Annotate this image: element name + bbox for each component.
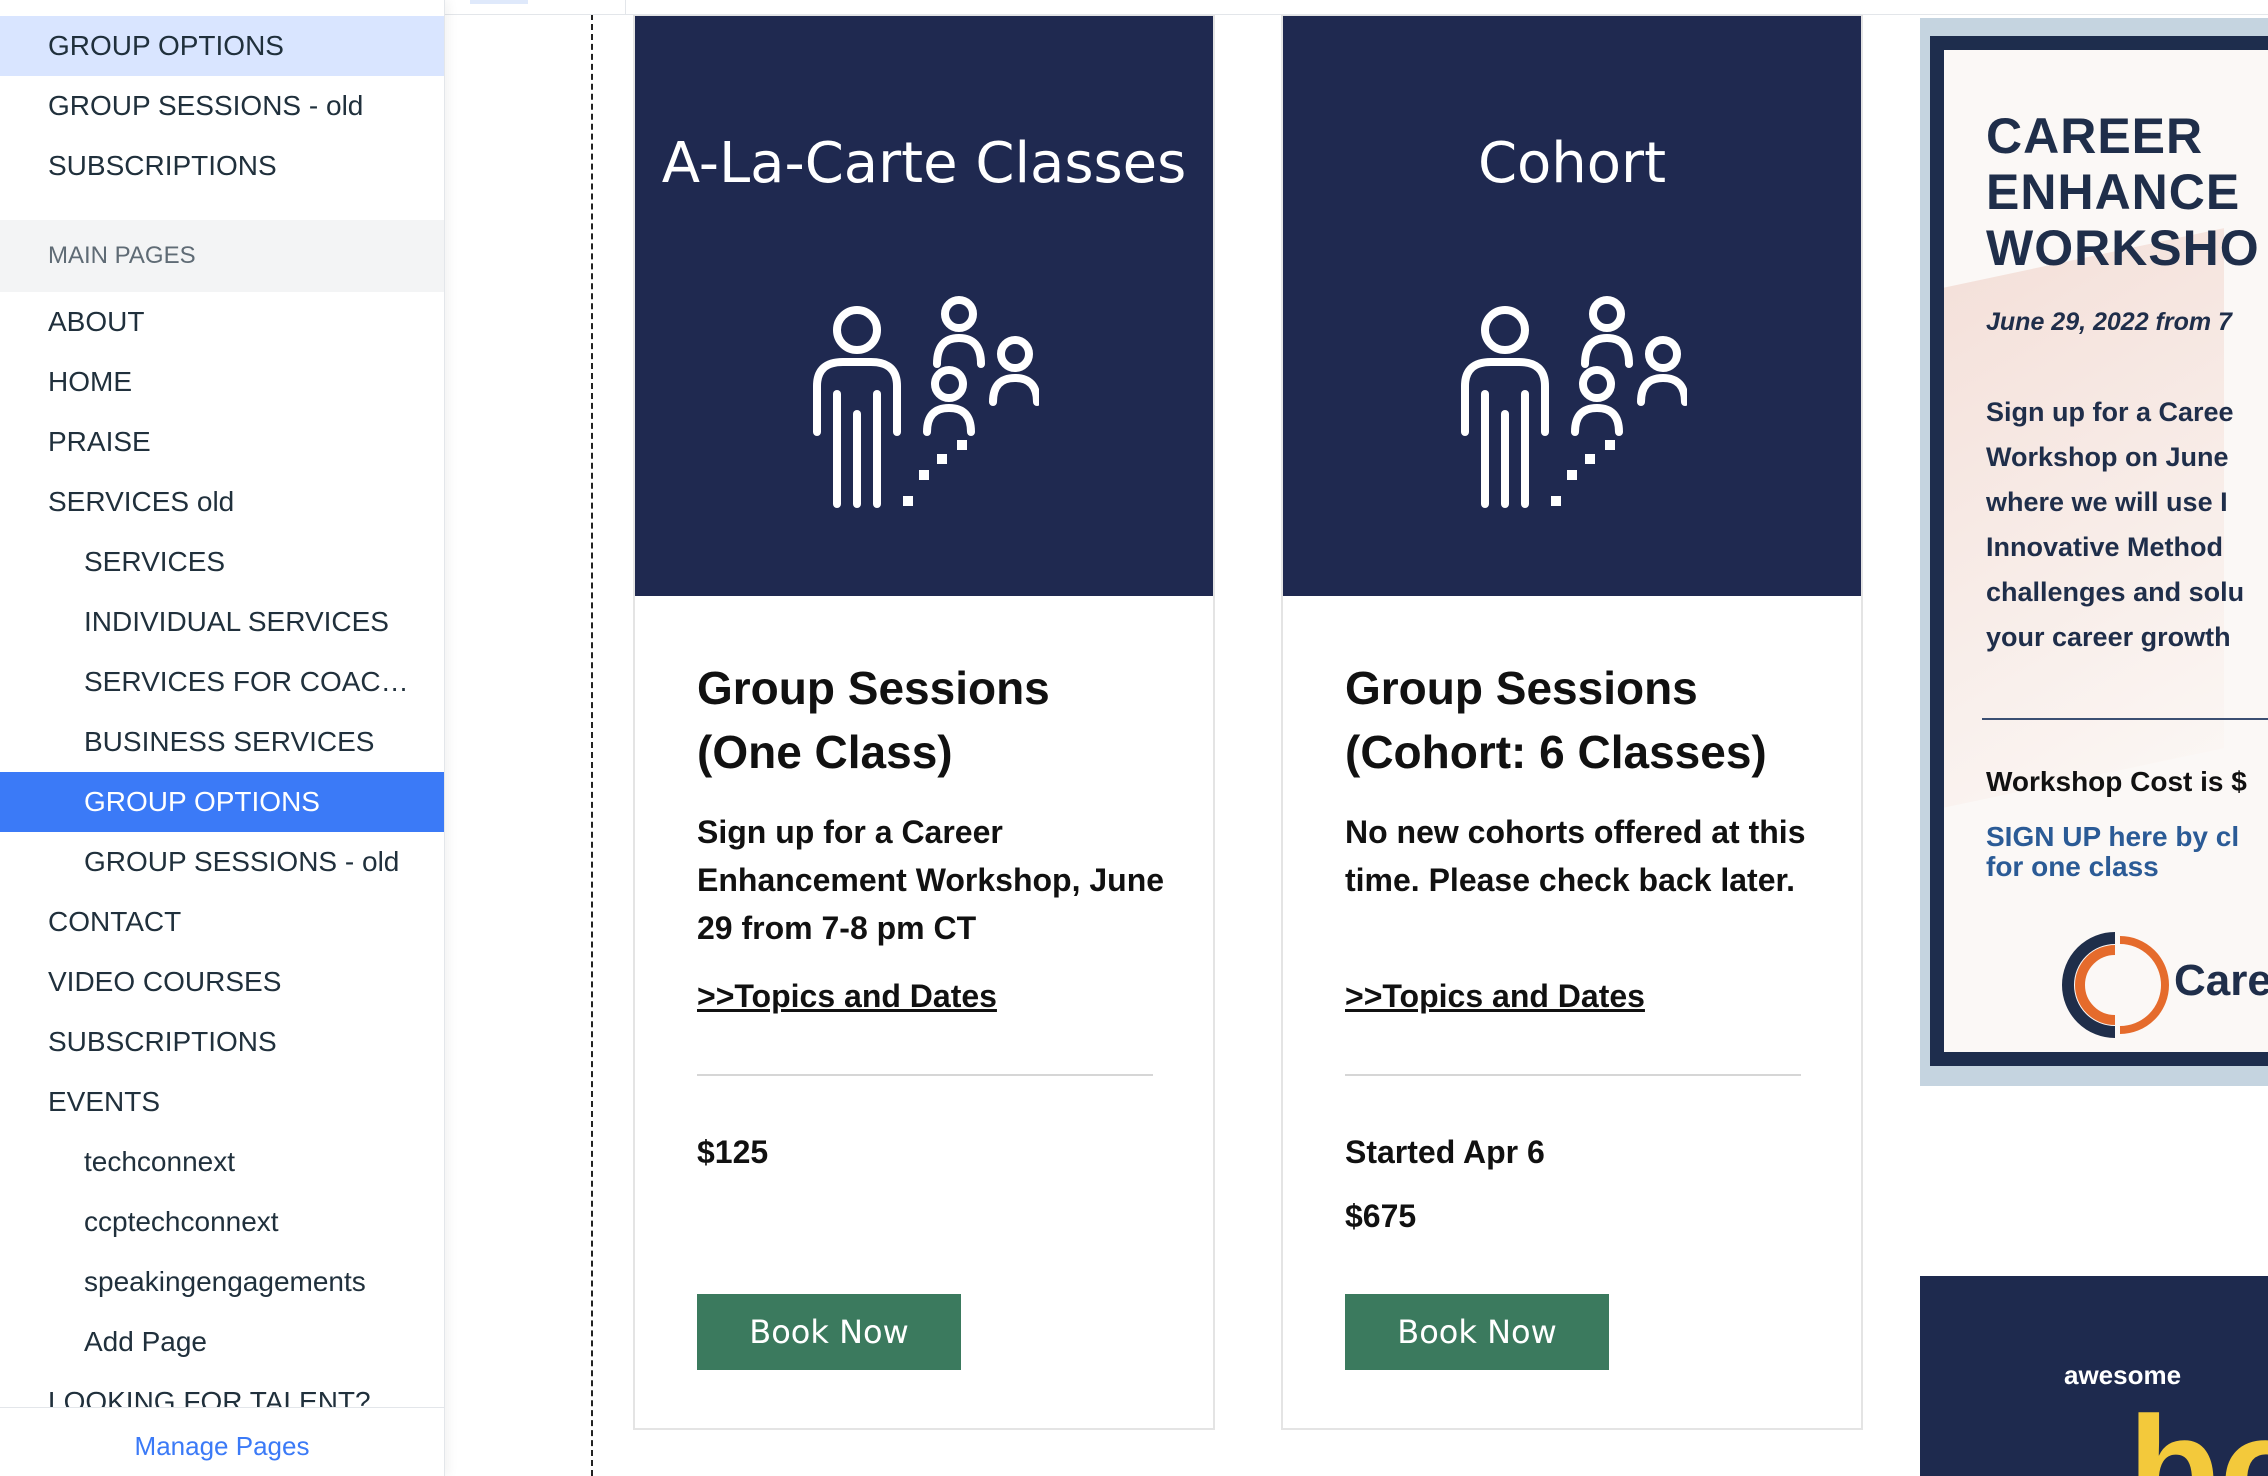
promo-image[interactable]: awesome bo: [1920, 1276, 2268, 1476]
manage-pages-link[interactable]: Manage Pages: [0, 1407, 444, 1476]
card-description: Sign up for a Career Enhancement Worksho…: [697, 814, 1165, 946]
flyer-body-line: your career growth: [1986, 622, 2231, 652]
sidebar-item-about[interactable]: ABOUT: [0, 292, 444, 352]
flyer-body-line: Innovative Method: [1986, 532, 2224, 562]
card-banner: Cohort: [1283, 16, 1861, 596]
card-description: No new cohorts offered at this time. Ple…: [1345, 814, 1806, 898]
flyer-title: CAREER ENHANCE WORKSHO: [1986, 108, 2268, 276]
card-heading-line2: (Cohort: 6 Classes): [1345, 726, 1767, 778]
book-now-button[interactable]: Book Now: [1345, 1294, 1609, 1370]
section-guide-line: [591, 14, 593, 1476]
sidebar-item-group-sessions-old[interactable]: GROUP SESSIONS - old: [0, 76, 444, 136]
sidebar-item-subscriptions-main[interactable]: SUBSCRIPTIONS: [0, 1012, 444, 1072]
sidebar-item-praise[interactable]: PRAISE: [0, 412, 444, 472]
section-header-main-pages: MAIN PAGES: [0, 220, 444, 292]
sidebar-item-contact[interactable]: CONTACT: [0, 892, 444, 952]
flyer-body-line: Sign up for a Caree: [1986, 397, 2234, 427]
flyer-title-line3: WORKSHO: [1986, 220, 2260, 276]
sidebar-item-subscriptions[interactable]: SUBSCRIPTIONS: [0, 136, 444, 196]
sidebar-item-ccptechconnext[interactable]: ccptechconnext: [0, 1192, 444, 1252]
flyer-date: June 29, 2022 from 7: [1986, 308, 2232, 336]
book-now-button[interactable]: Book Now: [697, 1294, 961, 1370]
flyer-body-line: Workshop on June: [1986, 442, 2229, 472]
sidebar-item-group-options[interactable]: GROUP OPTIONS: [0, 16, 444, 76]
flyer-signup-line1: SIGN UP here by cl: [1986, 821, 2240, 852]
flyer-body-line: where we will use I: [1986, 487, 2228, 517]
flyer-signup-line2: for one class: [1986, 851, 2159, 882]
pricing-card-a-la-carte: A-La-Carte Classes Group Sessions (One C…: [633, 14, 1215, 1430]
card-heading-line1: Group Sessions: [697, 662, 1050, 714]
card-price: $675: [1345, 1198, 1417, 1234]
banner-title: A-La-Carte Classes: [661, 131, 1187, 196]
card-heading: Group Sessions (Cohort: 6 Classes): [1345, 656, 1835, 784]
sidebar-item-video-courses[interactable]: VIDEO COURSES: [0, 952, 444, 1012]
group-people-icon: [813, 296, 1039, 508]
topics-and-dates-link[interactable]: >>Topics and Dates: [1345, 978, 1645, 1015]
flyer-signup: SIGN UP here by cl for one class: [1986, 822, 2239, 882]
sidebar-item-services-old[interactable]: SERVICES old: [0, 472, 444, 532]
group-people-icon: [1461, 296, 1687, 508]
card-heading-line1: Group Sessions: [1345, 662, 1698, 714]
sidebar-item-techconnext[interactable]: techconnext: [0, 1132, 444, 1192]
banner-title: Cohort: [1477, 131, 1667, 196]
card-divider: [697, 1074, 1153, 1076]
strip-divider: [625, 0, 626, 14]
sidebar-item-services-for-coaches[interactable]: SERVICES FOR COAC…: [0, 652, 444, 712]
flyer-title-line1: CAREER: [1986, 108, 2204, 164]
flyer-body-line: challenges and solu: [1986, 577, 2245, 607]
promo-big-text: bo: [2128, 1385, 2268, 1476]
card-divider: [1345, 1074, 1801, 1076]
sidebar-item-add-page[interactable]: Add Page: [0, 1312, 444, 1372]
card-banner: A-La-Carte Classes: [635, 16, 1213, 596]
pricing-card-cohort: Cohort Group Sessions(Cohort: 6 Classes)…: [1281, 14, 1863, 1430]
card-price: $125: [697, 1134, 769, 1170]
sidebar-item-home[interactable]: HOME: [0, 352, 444, 412]
flyer-body: Sign up for a Caree Workshop on June whe…: [1986, 390, 2268, 660]
sidebar-item-group-options-selected[interactable]: GROUP OPTIONS: [0, 772, 444, 832]
editor-top-strip: [445, 0, 2268, 15]
flyer-paper: CAREER ENHANCE WORKSHO June 29, 2022 from …: [1944, 50, 2268, 1052]
strip-tab[interactable]: [470, 0, 528, 4]
flyer-frame: CAREER ENHANCE WORKSHO June 29, 2022 from …: [1930, 36, 2268, 1066]
flyer-logo-text: Care: [2174, 956, 2268, 1005]
flyer-cost: Workshop Cost is $: [1986, 766, 2247, 797]
pages-sidebar: GROUP OPTIONS GROUP SESSIONS - old SUBSC…: [0, 0, 445, 1476]
card-heading-line2: (One Class): [697, 726, 953, 778]
card-heading: Group Sessions (One Class): [697, 656, 1187, 784]
sidebar-item-business-services[interactable]: BUSINESS SERVICES: [0, 712, 444, 772]
sidebar-item-speakingengagements[interactable]: speakingengagements: [0, 1252, 444, 1312]
sidebar-item-events[interactable]: EVENTS: [0, 1072, 444, 1132]
topics-and-dates-link[interactable]: >>Topics and Dates: [697, 978, 997, 1015]
career-logo-icon: [2062, 932, 2169, 1038]
sidebar-item-group-sessions-old-sub[interactable]: GROUP SESSIONS - old: [0, 832, 444, 892]
workshop-flyer-image[interactable]: CAREER ENHANCE WORKSHO June 29, 2022 from …: [1920, 18, 2268, 1086]
flyer-divider: [1982, 718, 2268, 720]
card-start-date: Started Apr 6: [1345, 1134, 1545, 1170]
sidebar-item-services[interactable]: SERVICES: [0, 532, 444, 592]
sidebar-item-individual-services[interactable]: INDIVIDUAL SERVICES: [0, 592, 444, 652]
flyer-title-line2: ENHANCE: [1986, 164, 2241, 220]
